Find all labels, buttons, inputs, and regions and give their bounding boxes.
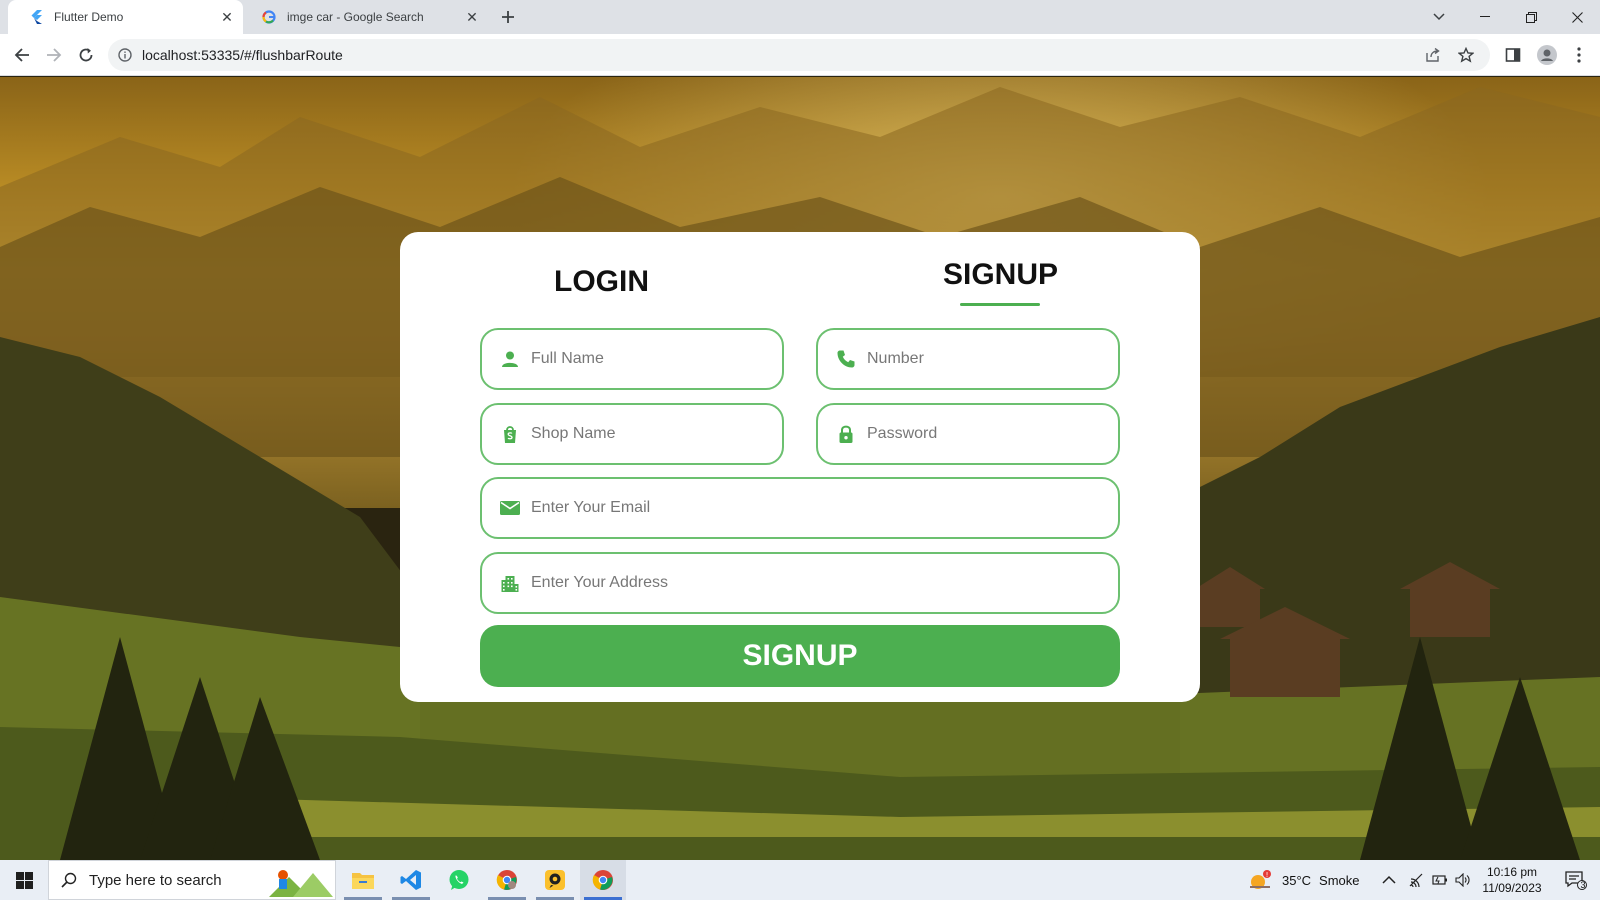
- lock-icon: [835, 423, 857, 445]
- password-input[interactable]: [867, 425, 1107, 443]
- search-icon: [49, 872, 89, 888]
- flutter-icon: [28, 9, 44, 25]
- signup-button[interactable]: SIGNUP: [480, 625, 1120, 687]
- browser-tab-strip: Flutter Demo ✕ imge car - Google Search …: [0, 0, 1600, 34]
- vscode-icon[interactable]: [388, 860, 434, 900]
- volume-icon[interactable]: [1455, 860, 1471, 900]
- notifications-icon[interactable]: 3: [1556, 860, 1596, 900]
- info-icon[interactable]: [116, 46, 134, 64]
- shopping-bag-icon: [499, 423, 521, 445]
- weather-condition: Smoke: [1319, 872, 1360, 888]
- shop-name-field[interactable]: [480, 403, 784, 465]
- tab-signup[interactable]: SIGNUP: [943, 258, 1058, 292]
- shop-name-input[interactable]: [531, 425, 771, 443]
- clock-date: 11/09/2023: [1482, 881, 1542, 895]
- search-highlight-illustration: [269, 870, 333, 897]
- address-bar[interactable]: localhost:53335/#/flushbarRoute: [108, 39, 1490, 71]
- whatsapp-icon[interactable]: [436, 860, 482, 900]
- apartment-icon: [499, 572, 521, 594]
- show-hidden-icons-chevron-icon[interactable]: [1382, 860, 1396, 900]
- bookmark-star-icon[interactable]: [1456, 45, 1476, 65]
- close-window-button[interactable]: [1554, 0, 1600, 34]
- email-input[interactable]: [531, 499, 1040, 517]
- weather-temp: 35°C: [1282, 872, 1312, 888]
- close-tab-icon[interactable]: ✕: [217, 7, 237, 27]
- address-field[interactable]: [480, 552, 1120, 614]
- side-panel-icon[interactable]: [1500, 42, 1526, 68]
- chrome-icon[interactable]: [580, 860, 626, 900]
- back-arrow-icon[interactable]: [9, 42, 35, 68]
- clock-time: 10:16 pm: [1486, 865, 1538, 879]
- weather-sun-icon: !: [1248, 869, 1274, 891]
- new-tab-button[interactable]: [498, 7, 518, 27]
- tab-login[interactable]: LOGIN: [554, 265, 649, 299]
- svg-text:!: !: [1266, 871, 1269, 879]
- kebab-menu-icon[interactable]: [1566, 42, 1592, 68]
- google-icon: [261, 9, 277, 25]
- tab-google-search[interactable]: imge car - Google Search ✕: [243, 0, 488, 34]
- windows-taskbar: Type here to search ! 35°C Smoke 10:16 p…: [0, 860, 1600, 900]
- windows-start-icon[interactable]: [0, 860, 48, 900]
- active-tab-indicator: [960, 303, 1040, 306]
- battery-icon[interactable]: [1432, 860, 1448, 900]
- profile-avatar-icon[interactable]: [1534, 42, 1560, 68]
- tab-search-icon[interactable]: [1428, 6, 1450, 28]
- full-name-input[interactable]: [531, 350, 771, 368]
- notification-count: 3: [1580, 880, 1586, 890]
- mail-icon: [499, 497, 521, 519]
- weather-widget[interactable]: ! 35°C Smoke: [1248, 860, 1368, 900]
- taskbar-search-box[interactable]: Type here to search: [48, 860, 336, 900]
- forward-arrow-icon[interactable]: [41, 42, 67, 68]
- number-input[interactable]: [867, 350, 1107, 368]
- auth-card: LOGIN SIGNUP Full Name Number Shop Name …: [400, 232, 1200, 702]
- minimize-button[interactable]: [1462, 0, 1508, 34]
- restore-button[interactable]: [1508, 0, 1554, 34]
- phone-icon: [835, 348, 857, 370]
- tab-title: Flutter Demo: [54, 10, 124, 24]
- url-text[interactable]: localhost:53335/#/flushbarRoute: [142, 47, 343, 63]
- file-explorer-icon[interactable]: [340, 860, 386, 900]
- search-placeholder: Type here to search: [89, 871, 222, 889]
- person-icon: [499, 348, 521, 370]
- address-input[interactable]: [531, 574, 1040, 592]
- taskbar-clock[interactable]: 10:16 pm 11/09/2023: [1476, 864, 1548, 896]
- chat-app-icon[interactable]: [532, 860, 578, 900]
- reload-icon[interactable]: [73, 42, 99, 68]
- password-field[interactable]: [816, 403, 1120, 465]
- page-viewport: LOGIN SIGNUP Full Name Number Shop Name …: [0, 77, 1600, 860]
- share-icon[interactable]: [1424, 46, 1442, 64]
- browser-toolbar: localhost:53335/#/flushbarRoute: [0, 34, 1600, 76]
- network-icon[interactable]: [1408, 860, 1424, 900]
- tab-flutter-demo[interactable]: Flutter Demo ✕: [8, 0, 243, 34]
- chrome-profile-icon[interactable]: [484, 860, 530, 900]
- email-field[interactable]: [480, 477, 1120, 539]
- close-tab-icon[interactable]: ✕: [462, 7, 482, 27]
- tab-title: imge car - Google Search: [287, 10, 424, 24]
- number-field[interactable]: [816, 328, 1120, 390]
- full-name-field[interactable]: [480, 328, 784, 390]
